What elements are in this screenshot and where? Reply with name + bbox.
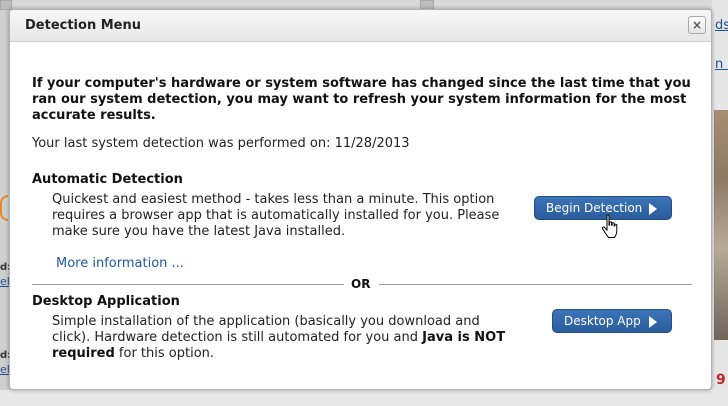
separator-or: OR: [351, 277, 371, 291]
automatic-detection-title: Automatic Detection: [32, 172, 183, 187]
background-link[interactable]: n S: [715, 57, 728, 72]
background-link[interactable]: ds: [715, 18, 728, 33]
begin-detection-label: Begin Detection: [546, 201, 643, 215]
close-icon: ×: [691, 18, 703, 32]
separator-line-right: [379, 284, 692, 285]
close-button[interactable]: ×: [688, 16, 706, 34]
desktop-description-text: Simple installation of the application (…: [52, 314, 480, 345]
more-information-link[interactable]: More information ...: [56, 256, 184, 271]
desktop-application-title: Desktop Application: [32, 294, 180, 309]
automatic-detection-description: Quickest and easiest method - takes less…: [52, 192, 500, 239]
desktop-app-label: Desktop App: [564, 314, 641, 328]
hand-cursor-icon: [601, 214, 618, 238]
desktop-app-button[interactable]: Desktop App: [552, 309, 672, 333]
background-orange-shape: [0, 195, 8, 221]
background-red-text: 9: [716, 372, 726, 388]
play-arrow-icon: [649, 203, 657, 215]
desktop-application-description: Simple installation of the application (…: [52, 314, 512, 362]
background-bottom-strip: [0, 390, 728, 406]
background-photo: [714, 110, 728, 340]
detection-menu-dialog: Detection Menu × If your computer's hard…: [9, 9, 712, 390]
desktop-description-suffix: for this option.: [114, 346, 215, 361]
last-detection-text: Your last system detection was performed…: [32, 136, 410, 151]
play-arrow-icon: [649, 316, 657, 328]
separator-line-left: [32, 284, 344, 285]
dialog-titlebar: Detection Menu ×: [10, 10, 711, 42]
dialog-title: Detection Menu: [25, 18, 141, 33]
intro-text: If your computer's hardware or system so…: [32, 76, 691, 123]
